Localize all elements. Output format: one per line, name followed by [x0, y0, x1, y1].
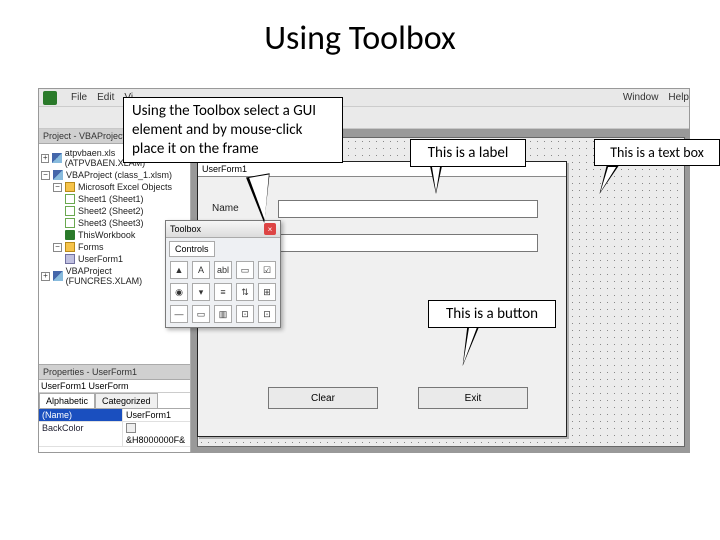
folder-icon: [65, 242, 75, 252]
excel-icon: [43, 91, 57, 105]
properties-title: Properties - UserForm1: [39, 365, 190, 380]
expander-icon[interactable]: −: [41, 171, 50, 180]
tree-excel-objects[interactable]: Microsoft Excel Objects: [78, 182, 172, 192]
properties-object-combo[interactable]: UserForm1 UserForm: [39, 380, 190, 393]
toolbox-grid: ▲ A abl ▭ ☑ ◉ ▾ ≡ ⇅ ⊞ — ▭ ▥ ⊡ ⊡: [166, 257, 280, 327]
toolbox-tab-controls[interactable]: Controls: [169, 241, 215, 257]
tool-frame-icon[interactable]: ⇅: [236, 283, 254, 301]
close-icon[interactable]: ×: [264, 223, 276, 235]
tool-command-icon[interactable]: ⊞: [258, 283, 276, 301]
tree-sheet1[interactable]: Sheet1 (Sheet1): [78, 194, 144, 204]
callout-instruction: Using the Toolbox select a GUI element a…: [123, 97, 343, 163]
menu-edit[interactable]: Edit: [97, 92, 114, 103]
tool-spin-icon[interactable]: ⊡: [236, 305, 254, 323]
tree-userform[interactable]: UserForm1: [78, 254, 123, 264]
callout-label: This is a label: [410, 139, 526, 167]
folder-icon: [65, 182, 75, 192]
textbox-age[interactable]: [278, 234, 538, 252]
toolbox-title: Toolbox: [170, 224, 201, 234]
callout-button: This is a button: [428, 300, 556, 328]
tool-pointer-icon[interactable]: ▲: [170, 261, 188, 279]
tool-combobox-icon[interactable]: ▭: [236, 261, 254, 279]
tool-textbox-icon[interactable]: abl: [214, 261, 232, 279]
prop-name-value[interactable]: UserForm1: [122, 409, 190, 421]
label-name[interactable]: Name: [212, 203, 239, 214]
expander-icon[interactable]: −: [53, 183, 62, 192]
expander-icon[interactable]: +: [41, 272, 50, 281]
vba-icon: [52, 153, 61, 163]
tool-toggle-icon[interactable]: ≡: [214, 283, 232, 301]
tool-option-icon[interactable]: ▾: [192, 283, 210, 301]
menu-help[interactable]: Help: [668, 92, 689, 103]
vba-icon: [53, 271, 63, 281]
sheet-icon: [65, 218, 75, 228]
tree-sheet2[interactable]: Sheet2 (Sheet2): [78, 206, 144, 216]
callout-textbox: This is a text box: [594, 139, 720, 166]
toolbox-window[interactable]: Toolbox × Controls ▲ A abl ▭ ☑ ◉ ▾ ≡ ⇅ ⊞…: [165, 220, 281, 328]
sheet-icon: [65, 194, 75, 204]
color-swatch-icon: [126, 423, 136, 433]
button-exit[interactable]: Exit: [418, 387, 528, 409]
workbook-icon: [65, 230, 75, 240]
button-clear[interactable]: Clear: [268, 387, 378, 409]
prop-name-key[interactable]: (Name): [39, 409, 122, 421]
tree-forms[interactable]: Forms: [78, 242, 104, 252]
sheet-icon: [65, 206, 75, 216]
prop-backcolor-value[interactable]: &H8000000F&: [122, 422, 190, 446]
tool-scrollbar-icon[interactable]: ▥: [214, 305, 232, 323]
properties-tab-alphabetic[interactable]: Alphabetic: [39, 393, 95, 408]
tree-vbaproject[interactable]: VBAProject (class_1.xlsm): [66, 170, 172, 180]
tree-workbook[interactable]: ThisWorkbook: [78, 230, 135, 240]
tool-label-icon[interactable]: A: [192, 261, 210, 279]
properties-pane: Properties - UserForm1 UserForm1 UserFor…: [39, 364, 190, 452]
expander-icon[interactable]: −: [53, 243, 62, 252]
expander-icon[interactable]: +: [41, 154, 49, 163]
tool-multipage-icon[interactable]: ▭: [192, 305, 210, 323]
textbox-name[interactable]: [278, 200, 538, 218]
properties-grid[interactable]: (Name)UserForm1 BackColor&H8000000F&: [39, 408, 190, 452]
tool-image-icon[interactable]: ⊡: [258, 305, 276, 323]
menu-file[interactable]: File: [71, 92, 87, 103]
vba-icon: [53, 170, 63, 180]
tree-sheet3[interactable]: Sheet3 (Sheet3): [78, 218, 144, 228]
menu-window[interactable]: Window: [623, 92, 659, 103]
callout-tail-icon: [430, 166, 442, 194]
slide-title: Using Toolbox: [0, 0, 720, 67]
tool-listbox-icon[interactable]: ☑: [258, 261, 276, 279]
form-icon: [65, 254, 75, 264]
tool-tabstrip-icon[interactable]: —: [170, 305, 188, 323]
tool-checkbox-icon[interactable]: ◉: [170, 283, 188, 301]
prop-backcolor-key[interactable]: BackColor: [39, 422, 122, 446]
properties-tab-categorized[interactable]: Categorized: [95, 393, 158, 408]
